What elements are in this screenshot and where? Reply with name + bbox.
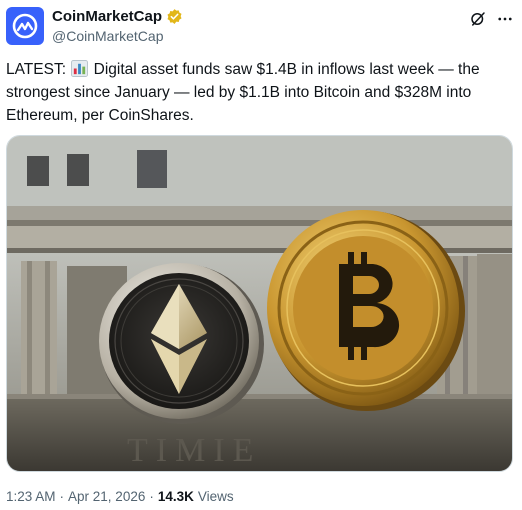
views-count: 14.3K: [157, 489, 194, 504]
coinmarketcap-logo-icon: [12, 13, 38, 39]
tweet: CoinMarketCap @CoinMarketCap LATEST: Dig…: [0, 0, 522, 510]
views-label: Views: [197, 489, 234, 504]
tweet-text: LATEST: Digital asset funds saw $1.4B in…: [6, 58, 512, 127]
author-display-name[interactable]: CoinMarketCap: [52, 8, 162, 25]
tweet-date[interactable]: Apr 21, 2026: [68, 489, 145, 504]
bar-chart-emoji-icon: [71, 60, 89, 77]
more-button[interactable]: [494, 8, 516, 30]
more-icon: [498, 17, 512, 21]
meta-separator: ·: [149, 489, 154, 504]
author-handle[interactable]: @CoinMarketCap: [52, 28, 163, 44]
meta-separator: ·: [59, 489, 65, 504]
ethereum-bitcoin-photo: TIMIE: [7, 136, 512, 471]
tweet-meta: 1:23 AM · Apr 21, 2026 · 14.3K Views: [6, 489, 234, 504]
verified-badge-icon[interactable]: [166, 8, 183, 25]
grok-button[interactable]: [467, 8, 489, 30]
svg-text:TIMIE: TIMIE: [127, 432, 261, 469]
grok-icon: [471, 12, 485, 26]
tweet-time[interactable]: 1:23 AM: [6, 489, 56, 504]
tweet-text-lead: LATEST:: [6, 61, 71, 78]
avatar[interactable]: [6, 7, 44, 45]
tweet-media-photo[interactable]: TIMIE: [6, 135, 513, 472]
author-name-row: CoinMarketCap: [52, 8, 183, 25]
